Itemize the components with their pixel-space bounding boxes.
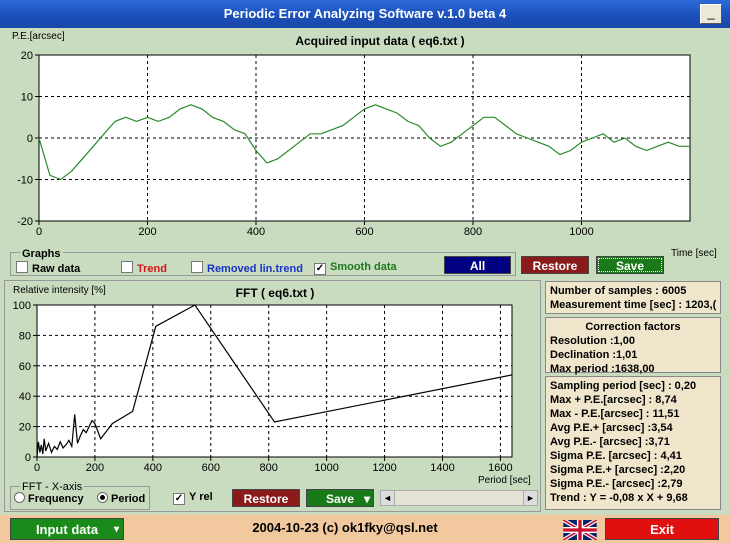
plot-area (36, 304, 513, 458)
stat-line: Max + P.E.[arcsec] : 8,74 (550, 394, 677, 406)
x-tick-label: 600 (355, 226, 373, 238)
x-tick-label: 1400 (430, 462, 454, 474)
stat-line: Sigma P.E.- [arcsec] :2,79 (550, 478, 683, 490)
stat-line: Sampling period [sec] : 0,20 (550, 380, 697, 392)
fft-scrollbar[interactable]: ◄ ► (380, 490, 538, 506)
y-tick-label: 100 (13, 300, 31, 312)
y-tick-label: 60 (19, 361, 31, 373)
save-top-button[interactable]: Save (596, 256, 664, 274)
stat-line: Avg P.E.- [arcsec] :3,71 (550, 436, 670, 448)
fft-chart-svg: 0 200 400 600 800 1000 1200 1400 160010080604020… (13, 300, 513, 474)
frequency-label: Frequency (28, 493, 84, 505)
raw-data-checkbox[interactable]: Raw data (16, 261, 80, 275)
fft-panel: Relative intensity [%] FFT ( eq6.txt ) 0… (4, 280, 541, 512)
fft-chart-xlabel: Period [sec] (478, 475, 531, 486)
exit-button[interactable]: Exit (605, 518, 719, 540)
stats-box: Sampling period [sec] : 0,20 Max + P.E.[… (545, 376, 721, 510)
all-button[interactable]: All (444, 256, 511, 274)
y-tick-label: 80 (19, 330, 31, 342)
y-tick-label: -20 (17, 216, 33, 228)
footer-text: 2004-10-23 (c) ok1fky@qsl.net (252, 520, 438, 535)
y-tick-label: 40 (19, 391, 31, 403)
x-tick-label: 600 (202, 462, 220, 474)
smooth-data-checkbox[interactable]: ✓ Smooth data (314, 261, 397, 275)
y-tick-label: 0 (25, 452, 31, 464)
save-fft-button[interactable]: Save ▾ (306, 489, 374, 507)
restore-top-button[interactable]: Restore (521, 256, 589, 274)
stat-line: Sigma P.E.+ [arcsec] :2,20 (550, 464, 686, 476)
y-tick-label: 20 (19, 422, 31, 434)
x-tick-label: 800 (260, 462, 278, 474)
save-fft-label: Save (325, 492, 355, 506)
title-bar: Periodic Error Analyzing Software v.1.0 … (0, 0, 730, 28)
x-tick-label: 1600 (488, 462, 512, 474)
y-tick-label: 20 (21, 50, 33, 62)
removed-trend-checkbox[interactable]: Removed lin.trend (191, 261, 303, 275)
raw-data-box[interactable] (16, 261, 28, 273)
minimize-icon: _ (707, 5, 715, 20)
declination-value: Declination :1,01 (550, 349, 638, 361)
frequency-radio-dot[interactable] (14, 492, 25, 503)
top-chart-svg: 0 200 400 600 800 1000 20 10 0 -10 -20 (17, 50, 691, 238)
uk-flag-icon[interactable] (563, 520, 597, 540)
smooth-data-box[interactable]: ✓ (314, 263, 326, 275)
trend-checkbox[interactable]: Trend (121, 261, 167, 275)
x-tick-label: 0 (34, 462, 40, 474)
samples-box: Number of samples : 6005 Measurement tim… (545, 281, 721, 314)
y-tick-label: 10 (21, 92, 33, 104)
top-chart-panel: P.E.[arcsec] Acquired input data ( eq6.t… (0, 28, 730, 280)
period-label: Period (111, 493, 146, 505)
max-period-value: Max period :1638,00 (550, 363, 655, 375)
input-data-label: Input data (35, 522, 99, 537)
window-title: Periodic Error Analyzing Software v.1.0 … (223, 6, 507, 21)
x-tick-label: 400 (247, 226, 265, 238)
graphs-legend: Graphs (20, 248, 63, 260)
input-dropdown-icon[interactable]: ▾ (114, 519, 119, 541)
restore-fft-button[interactable]: Restore (232, 489, 300, 507)
yrel-box[interactable]: ✓ (173, 493, 185, 505)
frequency-radio[interactable]: Frequency (14, 492, 84, 505)
resolution-value: Resolution :1,00 (550, 335, 635, 347)
smooth-data-label: Smooth data (330, 261, 397, 273)
x-tick-label: 0 (36, 226, 42, 238)
x-tick-label: 1000 (569, 226, 593, 238)
stat-line: Trend : Y = -0,08 x X + 9,68 (550, 492, 688, 504)
save-dropdown-icon[interactable]: ▾ (364, 490, 370, 508)
trend-box[interactable] (121, 261, 133, 273)
correction-box: Correction factors Resolution :1,00 Decl… (545, 317, 721, 375)
yrel-checkbox[interactable]: ✓ Y rel (173, 491, 213, 505)
removed-trend-label: Removed lin.trend (207, 263, 303, 275)
x-tick-label: 200 (86, 462, 104, 474)
trend-label: Trend (137, 263, 167, 275)
x-tick-label: 800 (464, 226, 482, 238)
removed-trend-box[interactable] (191, 261, 203, 273)
x-tick-label: 200 (138, 226, 156, 238)
stat-line: Avg P.E.+ [arcsec] :3,54 (550, 422, 673, 434)
yrel-label: Y rel (189, 491, 213, 503)
x-tick-label: 1000 (314, 462, 338, 474)
input-data-button[interactable]: Input data ▾ (10, 518, 124, 540)
top-chart-xlabel: Time [sec] (671, 248, 717, 259)
x-tick-label: 400 (144, 462, 162, 474)
scroll-left-button[interactable]: ◄ (381, 491, 395, 505)
stat-line: Sigma P.E. [arcsec] : 4,41 (550, 450, 682, 462)
raw-data-label: Raw data (32, 263, 81, 275)
scroll-right-button[interactable]: ► (523, 491, 537, 505)
minimize-button[interactable]: _ (700, 4, 722, 24)
x-tick-label: 1200 (372, 462, 396, 474)
y-tick-label: -10 (17, 175, 33, 187)
y-tick-label: 0 (27, 133, 33, 145)
period-radio[interactable]: Period (97, 492, 145, 505)
correction-title: Correction factors (585, 321, 681, 333)
period-radio-dot[interactable] (97, 492, 108, 503)
stat-line: Max - P.E.[arcsec] : 11,51 (550, 408, 680, 420)
measurement-time: Measurement time [sec] : 1203,( (550, 299, 717, 311)
samples-count: Number of samples : 6005 (550, 285, 687, 297)
